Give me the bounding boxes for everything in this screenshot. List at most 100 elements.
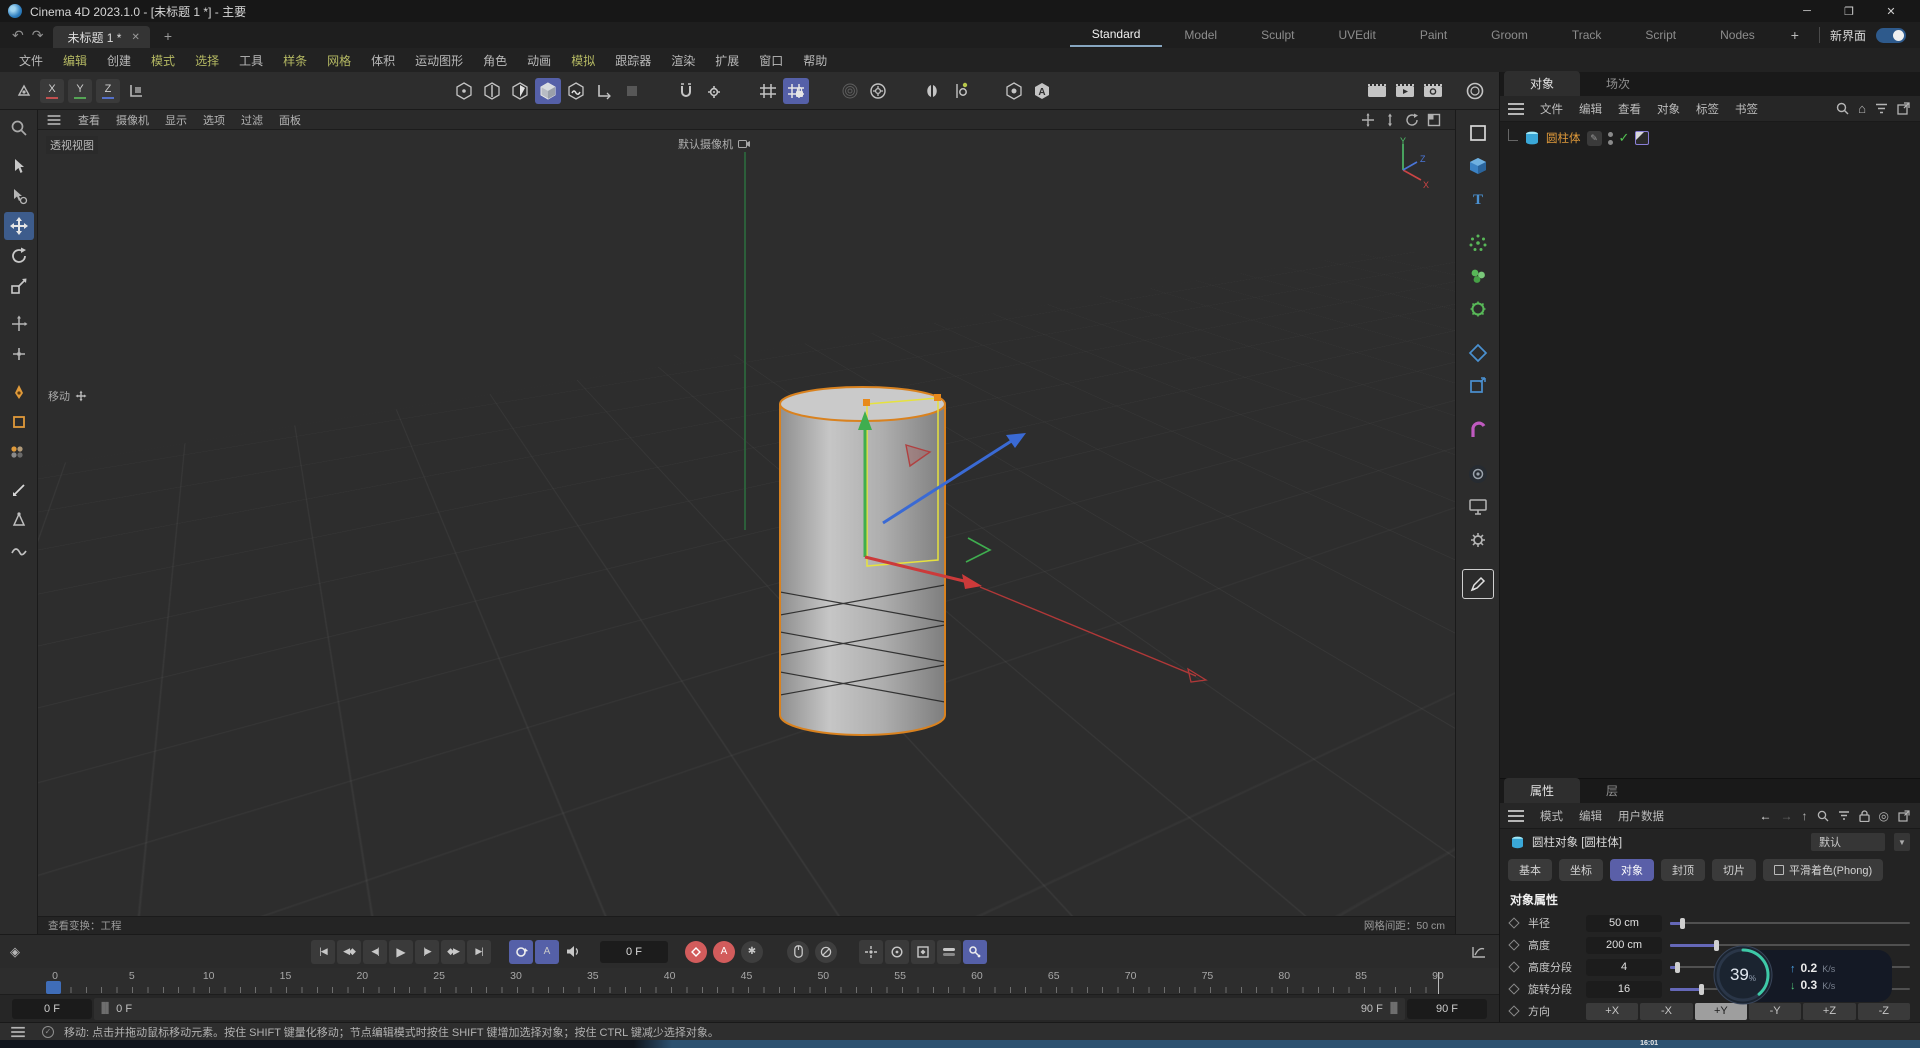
- menu-item[interactable]: 编辑: [54, 49, 96, 72]
- phong-tag-icon[interactable]: [1635, 131, 1649, 145]
- range-grip-right[interactable]: ▐▌: [1383, 1003, 1405, 1014]
- preset-dropdown[interactable]: 默认: [1811, 833, 1885, 851]
- workspace-tab[interactable]: UVEdit: [1316, 24, 1397, 46]
- viewport-menu-item[interactable]: 面板: [271, 110, 309, 130]
- coordinate-tool-icon[interactable]: [4, 310, 34, 338]
- search-icon[interactable]: [1836, 102, 1849, 115]
- keyframe-selection-button[interactable]: [963, 940, 987, 964]
- panel-tab[interactable]: 对象: [1504, 71, 1580, 96]
- parameter-handle[interactable]: [934, 394, 941, 401]
- object-manager-menu-item[interactable]: 查看: [1610, 99, 1649, 119]
- object-manager-menu-item[interactable]: 编辑: [1571, 99, 1610, 119]
- dolly-view-icon[interactable]: [1383, 113, 1397, 127]
- menu-item[interactable]: 模式: [142, 49, 184, 72]
- add-document-tab-button[interactable]: +: [150, 28, 186, 48]
- polygon-pen-tool-icon[interactable]: [4, 506, 34, 534]
- zoom-tool-icon[interactable]: [4, 114, 34, 142]
- axis-lock-tool-icon[interactable]: [4, 340, 34, 368]
- parameter-handle[interactable]: [863, 399, 870, 406]
- close-button[interactable]: ✕: [1870, 0, 1912, 22]
- range-grip-left[interactable]: ▐▌: [94, 1003, 116, 1014]
- preset-dropdown-arrow-icon[interactable]: ▼: [1894, 833, 1910, 851]
- attribute-section-tab[interactable]: 坐标: [1559, 859, 1603, 881]
- object-manager-menu-item[interactable]: 标签: [1688, 99, 1727, 119]
- autokey-button[interactable]: A: [535, 940, 559, 964]
- coordinate-system-button[interactable]: [123, 78, 149, 104]
- display-settings-icon[interactable]: [1462, 492, 1494, 522]
- minimize-button[interactable]: ─: [1786, 0, 1828, 22]
- object-manager-menu-item[interactable]: 文件: [1532, 99, 1571, 119]
- snap-magnet-button[interactable]: [673, 78, 699, 104]
- render-view-button[interactable]: [1364, 78, 1390, 104]
- menu-item[interactable]: 文件: [10, 49, 52, 72]
- field-gear-icon[interactable]: [1462, 294, 1494, 324]
- new-ui-toggle[interactable]: [1876, 28, 1906, 43]
- range-start-field[interactable]: 0 F: [12, 999, 92, 1019]
- play-button[interactable]: ▶: [389, 940, 413, 964]
- keying-settings-button[interactable]: ✱: [741, 941, 763, 963]
- popup-window-icon[interactable]: [1898, 810, 1910, 822]
- slider-handle[interactable]: [1675, 962, 1680, 973]
- workspace-tab[interactable]: Model: [1162, 24, 1239, 46]
- record-rotation-button[interactable]: [885, 940, 909, 964]
- viewport-menu-item[interactable]: 摄像机: [108, 110, 157, 130]
- enabled-check-icon[interactable]: ✓: [1619, 130, 1630, 146]
- pan-view-icon[interactable]: [1361, 113, 1375, 127]
- attribute-section-tab[interactable]: 切片: [1712, 859, 1756, 881]
- attribute-menu-item[interactable]: 用户数据: [1610, 806, 1672, 826]
- workplane-tool-icon[interactable]: [11, 78, 37, 104]
- viewport-menu-item[interactable]: 查看: [70, 110, 108, 130]
- filter-icon[interactable]: [1875, 103, 1888, 114]
- interactive-render-region-button[interactable]: [1462, 78, 1488, 104]
- selection-options-icon[interactable]: [4, 182, 34, 210]
- bend-deformer-icon[interactable]: [1462, 415, 1494, 445]
- menu-item[interactable]: 帮助: [794, 49, 836, 72]
- menu-item[interactable]: 跟踪器: [606, 49, 660, 72]
- layer-toggle-icon[interactable]: ✎: [1587, 131, 1602, 146]
- target-icon[interactable]: ◎: [1879, 809, 1889, 823]
- mouse-keying-button[interactable]: [787, 941, 809, 963]
- direction-option-button[interactable]: +X: [1586, 1003, 1638, 1020]
- viewport-menu-item[interactable]: 选项: [195, 110, 233, 130]
- attribute-section-tab[interactable]: 封顶: [1661, 859, 1705, 881]
- keyframe-diamond-icon[interactable]: [1508, 983, 1519, 994]
- menu-item[interactable]: 渲染: [662, 49, 704, 72]
- next-key-button[interactable]: ◆▶: [441, 940, 465, 964]
- menu-item[interactable]: 样条: [274, 49, 316, 72]
- goto-end-button[interactable]: ▶|: [467, 940, 491, 964]
- panel-tab[interactable]: 属性: [1504, 778, 1580, 803]
- keyframe-diamond-icon[interactable]: [1508, 917, 1519, 928]
- keying-toggle-button[interactable]: [937, 940, 961, 964]
- menu-item[interactable]: 工具: [230, 49, 272, 72]
- spline-pen-tool-icon[interactable]: [4, 378, 34, 406]
- keyframe-diamond-icon[interactable]: ◈: [10, 944, 20, 960]
- volume-builder-icon[interactable]: [1462, 338, 1494, 368]
- spline-rectangle-icon[interactable]: [1462, 118, 1494, 148]
- attribute-menu-item[interactable]: 编辑: [1571, 806, 1610, 826]
- viewport-menu-icon[interactable]: [48, 115, 61, 125]
- cylinder-top-cap[interactable]: [780, 387, 945, 421]
- scale-tool-icon[interactable]: [4, 272, 34, 300]
- workspace-tab[interactable]: Script: [1623, 24, 1698, 46]
- slider-handle[interactable]: [1680, 918, 1685, 929]
- symmetry-button[interactable]: [919, 78, 945, 104]
- subdivision-surface-icon[interactable]: [1462, 228, 1494, 258]
- workspace-tab[interactable]: Nodes: [1698, 24, 1777, 46]
- toggle-view-icon[interactable]: [1427, 113, 1441, 127]
- undo-icon[interactable]: ↶: [12, 27, 24, 44]
- previous-key-button[interactable]: ◀◆: [337, 940, 361, 964]
- workplane-lock-button[interactable]: [619, 78, 645, 104]
- points-mode-button[interactable]: [451, 78, 477, 104]
- sound-button[interactable]: [561, 940, 585, 964]
- popup-window-icon[interactable]: [1897, 102, 1910, 115]
- document-tab[interactable]: 未标题 1 * ✕: [53, 26, 149, 48]
- workspace-tab[interactable]: Track: [1550, 24, 1624, 46]
- edges-mode-button[interactable]: [479, 78, 505, 104]
- lock-icon[interactable]: [1859, 810, 1870, 822]
- menu-item[interactable]: 扩展: [706, 49, 748, 72]
- maximize-button[interactable]: ❐: [1828, 0, 1870, 22]
- spline-smooth-tool-icon[interactable]: [4, 536, 34, 564]
- spline-primitive-icon[interactable]: [4, 408, 34, 436]
- timeline-ruler[interactable]: 051015202530354045505560657075808590: [0, 968, 1499, 994]
- attribute-section-tab[interactable]: 基本: [1508, 859, 1552, 881]
